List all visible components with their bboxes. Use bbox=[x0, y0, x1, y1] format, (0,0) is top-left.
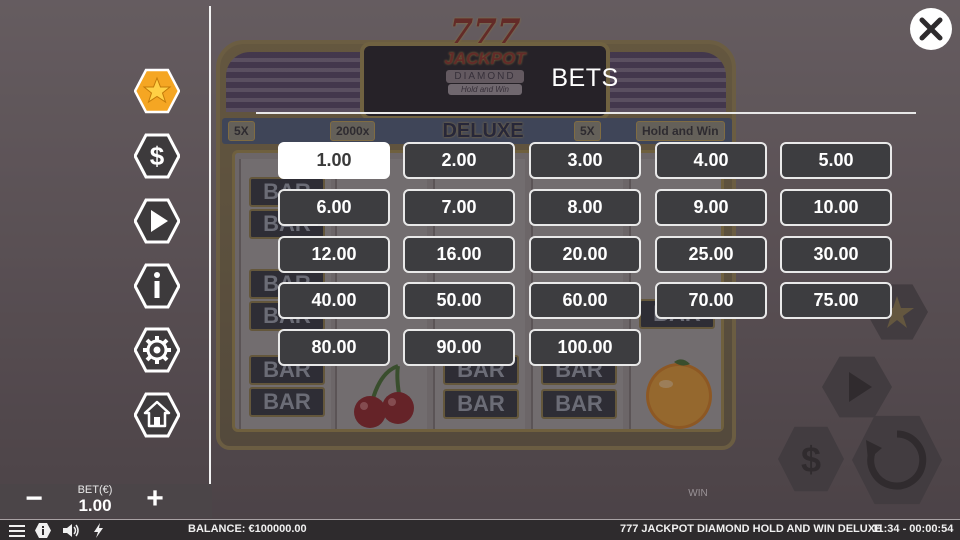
bet-option[interactable]: 100.00 bbox=[529, 329, 641, 366]
bet-option[interactable]: 60.00 bbox=[529, 282, 641, 319]
bet-option[interactable]: 6.00 bbox=[278, 189, 390, 226]
bet-option[interactable]: 7.00 bbox=[403, 189, 515, 226]
bets-panel-title: BETS bbox=[551, 64, 619, 92]
bet-option[interactable]: 3.00 bbox=[529, 142, 641, 179]
bet-option[interactable]: 40.00 bbox=[278, 282, 390, 319]
bet-value: 1.00 bbox=[78, 496, 112, 515]
bet-option[interactable]: 12.00 bbox=[278, 236, 390, 273]
bet-option[interactable]: 16.00 bbox=[403, 236, 515, 273]
clock-readout: 11:34 - 00:00:54 bbox=[872, 523, 954, 535]
info-icon bbox=[134, 263, 180, 309]
menu-divider bbox=[209, 6, 211, 486]
menu-autoplay-button[interactable] bbox=[134, 197, 180, 245]
svg-text:$: $ bbox=[150, 141, 165, 171]
bet-option[interactable]: 2.00 bbox=[403, 142, 515, 179]
close-button[interactable] bbox=[910, 8, 952, 50]
bet-control: − BET(€) 1.00 + bbox=[0, 484, 212, 518]
bet-option[interactable]: 75.00 bbox=[780, 282, 892, 319]
menu-settings-button[interactable] bbox=[134, 326, 180, 374]
balance-readout: BALANCE: €100000.00 bbox=[188, 523, 307, 535]
status-bar: BALANCE: €100000.00 777 JACKPOT DIAMOND … bbox=[0, 519, 960, 540]
bet-option[interactable]: 30.00 bbox=[780, 236, 892, 273]
bet-option[interactable]: 8.00 bbox=[529, 189, 641, 226]
menu-home-button[interactable] bbox=[134, 391, 180, 439]
play-icon bbox=[134, 198, 180, 244]
sound-toggle-button[interactable] bbox=[62, 522, 80, 539]
win-label: WIN bbox=[688, 488, 708, 499]
bet-option[interactable]: 50.00 bbox=[403, 282, 515, 319]
bet-option-selected[interactable]: 1.00 bbox=[278, 142, 390, 179]
bet-option[interactable]: 20.00 bbox=[529, 236, 641, 273]
star-icon bbox=[134, 68, 180, 114]
bet-option[interactable]: 70.00 bbox=[655, 282, 767, 319]
bet-option[interactable]: 4.00 bbox=[655, 142, 767, 179]
lightning-icon bbox=[94, 523, 103, 538]
hamburger-icon bbox=[9, 525, 25, 537]
bet-option[interactable]: 10.00 bbox=[780, 189, 892, 226]
bet-option[interactable]: 90.00 bbox=[403, 329, 515, 366]
bet-option[interactable]: 25.00 bbox=[655, 236, 767, 273]
info-status-button[interactable] bbox=[34, 522, 52, 539]
turbo-toggle-button[interactable] bbox=[90, 522, 108, 539]
info-icon bbox=[35, 523, 51, 538]
bet-option[interactable]: 9.00 bbox=[655, 189, 767, 226]
menu-bets-button[interactable]: $ bbox=[134, 132, 180, 180]
bet-option[interactable]: 80.00 bbox=[278, 329, 390, 366]
increase-bet-button[interactable]: + bbox=[135, 484, 175, 518]
bet-label: BET(€) bbox=[77, 484, 113, 496]
game-title: 777 JACKPOT DIAMOND HOLD AND WIN DELUXE bbox=[620, 523, 883, 535]
decrease-bet-button[interactable]: − bbox=[14, 484, 54, 518]
home-icon bbox=[134, 392, 180, 438]
menu-info-button[interactable] bbox=[134, 262, 180, 310]
gear-icon bbox=[134, 327, 180, 373]
bets-title-divider bbox=[256, 112, 916, 114]
menu-favorites-button[interactable] bbox=[134, 67, 180, 115]
dollar-icon: $ bbox=[134, 133, 180, 179]
bet-option[interactable]: 5.00 bbox=[780, 142, 892, 179]
hamburger-menu-button[interactable] bbox=[8, 522, 26, 539]
speaker-icon bbox=[63, 524, 79, 537]
close-icon bbox=[919, 17, 943, 41]
